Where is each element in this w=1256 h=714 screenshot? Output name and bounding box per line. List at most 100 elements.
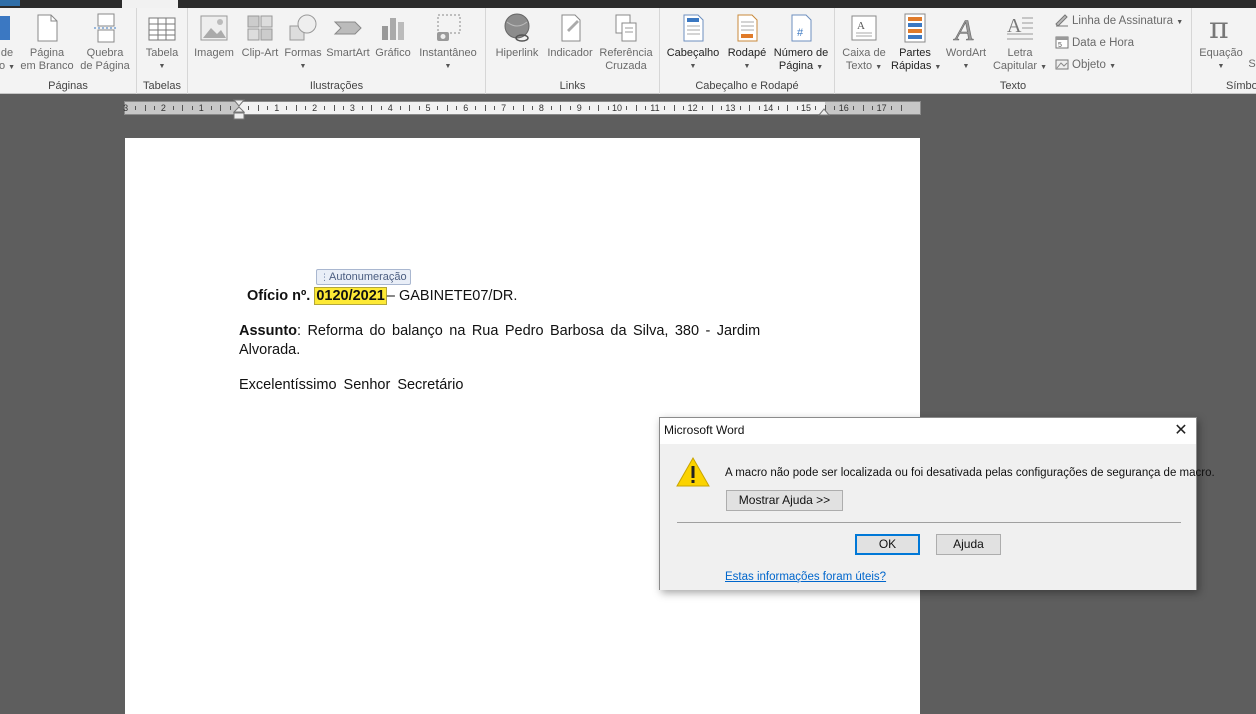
ribbon-group-label-illustrations: Ilustrações [309,80,364,92]
ruler-tick [607,106,609,110]
screenshot-button[interactable]: Instantâneo ▼ [416,12,480,73]
page-number-button[interactable]: # Número de Página ▼ [770,12,832,74]
ribbon-group-pages: de o ▼ Página em Branco Quebra de Página… [0,8,137,94]
drop-cap-label-2: Capitular [992,60,1038,72]
image-label: Imagem [194,47,234,59]
autonumber-tag[interactable]: ⋮Autonumeração [316,269,411,285]
salutation[interactable]: Excelentíssimo Senhor Secretário [239,377,463,393]
clipart-button[interactable]: Clip-Art [238,12,282,60]
hyperlink-button[interactable]: Hiperlink [490,12,544,60]
header-button[interactable]: Cabeçalho ▼ [664,12,722,73]
symbol-button[interactable]: S [1247,58,1256,71]
page-number-icon: # [791,14,812,42]
indent-marker-icon[interactable] [233,99,245,121]
signature-line-button[interactable]: Linha de Assinatura ▼ [1055,12,1183,30]
ribbon-group-links: Hiperlink Indicador Referência Cruzada L… [486,8,660,94]
chart-icon [382,18,404,40]
ribbon-group-label-header-footer: Cabeçalho e Rodapé [695,80,799,92]
bookmark-button[interactable]: Indicador [544,12,596,60]
screenshot-icon [437,14,461,41]
quick-parts-button[interactable]: Partes Rápidas ▼ [891,12,941,74]
page-break-button[interactable]: Quebra de Página [78,12,132,73]
ruler-number: 14 [763,103,774,113]
macro-error-dialog: Microsoft Word ✕ A macro não pode ser lo… [659,417,1215,590]
blank-page-button[interactable]: Página em Branco [20,12,74,73]
ruler-tick [135,106,137,110]
table-button[interactable]: Tabela ▼ [141,12,183,73]
footer-button[interactable]: Rodapé ▼ [724,12,770,73]
object-button[interactable]: Objeto ▼ [1055,56,1116,74]
close-icon[interactable]: ✕ [1170,420,1192,442]
ruler-tick [853,106,855,110]
assunto-line-1[interactable]: Assunto: Reforma do balanço na Rua Pedro… [239,323,760,339]
help-button[interactable]: Ajuda [936,534,1001,555]
ruler-tick [494,106,496,110]
ruler-tick [324,106,326,110]
image-button[interactable]: Imagem [194,12,234,60]
cross-reference-button[interactable]: Referência Cruzada [596,12,656,73]
ribbon-group-text: A Caixa de Texto ▼ Partes Rápidas ▼ A Wo… [835,8,1192,94]
oficio-suffix: – GABINETE07/DR. [386,288,518,304]
signature-line-label: Linha de Assinatura [1072,15,1174,27]
ruler-tick [787,105,789,111]
shapes-button[interactable]: Formas ▼ [284,12,322,73]
ruler-number: 15 [801,103,812,113]
ruler-tick [645,106,647,110]
wordart-button[interactable]: A WordArt ▼ [941,12,991,73]
drop-cap-button[interactable]: A Letra Capitular ▼ [991,12,1049,74]
ribbon-tab-insert[interactable] [122,0,178,8]
svg-text:A: A [953,14,974,44]
ruler-tick [371,105,373,111]
ruler-tick [560,105,562,111]
ruler-number: 9 [576,103,582,113]
ruler-tick [711,105,713,111]
autonumber-tag-label: Autonumeração [329,271,407,283]
cover-page-button[interactable]: de o ▼ [0,12,18,74]
cover-page-label: de [0,47,14,59]
textbox-button[interactable]: A Caixa de Texto ▼ [839,12,889,74]
ok-button[interactable]: OK [855,534,920,555]
ruler-tick [182,105,184,111]
ruler-tick [588,106,590,110]
drop-cap-label: Letra [1007,47,1033,59]
ruler-number: 5 [425,103,431,113]
ruler-number: 1 [274,103,280,113]
dialog-titlebar[interactable]: Microsoft Word ✕ [660,418,1196,444]
date-time-button[interactable]: 5 Data e Hora [1055,34,1134,52]
wordart-icon: A [953,14,975,44]
ribbon-tab-file[interactable] [0,0,20,6]
show-help-button[interactable]: Mostrar Ajuda >> [726,490,843,511]
ruler-tick [484,105,486,111]
equation-button[interactable]: π Equação ▼ [1196,12,1246,73]
cover-page-label-2: o [0,60,6,72]
ruler-number: 17 [876,103,887,113]
cross-reference-label: Referência [599,47,653,59]
ruler-tick [862,105,864,111]
table-icon [148,17,176,41]
ruler-tick [635,105,637,111]
assunto-line-2[interactable]: Alvorada. [239,342,300,358]
ruler-tick [777,106,779,110]
shapes-label: Formas [284,47,322,59]
table-label: Tabela [145,47,179,59]
textbox-icon: A [851,15,877,41]
ruler-tick [900,105,902,111]
smartart-button[interactable]: SmartArt [324,12,372,60]
ruler-tick [295,105,297,111]
oficio-number-field[interactable]: 0120/2021 [314,287,387,305]
right-indent-marker-icon[interactable] [818,106,830,116]
ruler-number: 3 [349,103,355,113]
ruler-tick [664,106,666,110]
ruler-number: 2 [312,103,318,113]
bookmark-icon [561,14,581,42]
ruler-tick [409,105,411,111]
ruler-tick [739,106,741,110]
oficio-line[interactable]: Ofício nº. 0120/2021– GABINETE07/DR. [247,287,518,305]
cover-page-icon [0,16,10,40]
feedback-link[interactable]: Estas informações foram úteis? [725,571,886,583]
chart-button[interactable]: Gráfico [372,12,414,60]
ruler-tick [531,106,533,110]
ruler-tick [598,105,600,111]
smartart-icon [333,21,362,35]
ruler-tick [333,105,335,111]
